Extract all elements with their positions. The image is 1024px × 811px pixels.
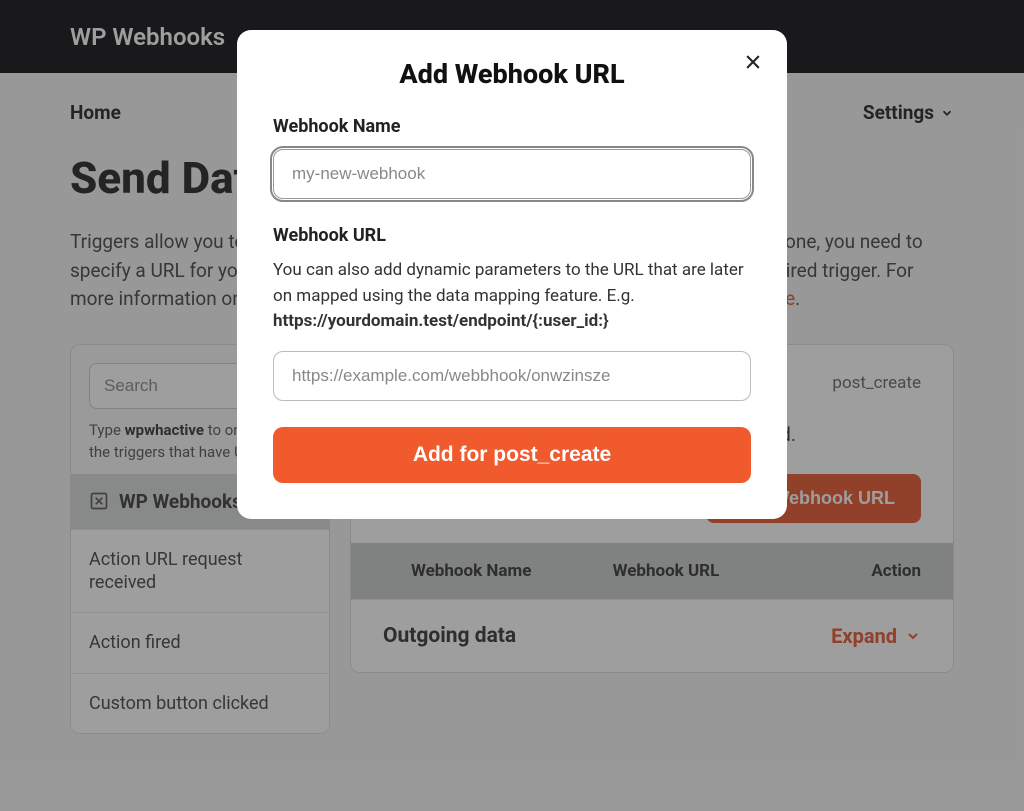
webhook-name-input[interactable] bbox=[273, 149, 751, 199]
modal-title: Add Webhook URL bbox=[273, 58, 751, 90]
add-webhook-modal: Add Webhook URL Webhook Name Webhook URL… bbox=[237, 30, 787, 519]
webhook-name-label: Webhook Name bbox=[273, 116, 751, 137]
webhook-url-help: You can also add dynamic parameters to t… bbox=[273, 258, 751, 335]
close-button[interactable] bbox=[739, 48, 767, 79]
add-for-post-create-button[interactable]: Add for post_create bbox=[273, 427, 751, 483]
webhook-url-input[interactable] bbox=[273, 351, 751, 401]
modal-overlay[interactable]: Add Webhook URL Webhook Name Webhook URL… bbox=[0, 0, 1024, 811]
webhook-url-label: Webhook URL bbox=[273, 225, 751, 246]
close-icon bbox=[743, 52, 763, 72]
